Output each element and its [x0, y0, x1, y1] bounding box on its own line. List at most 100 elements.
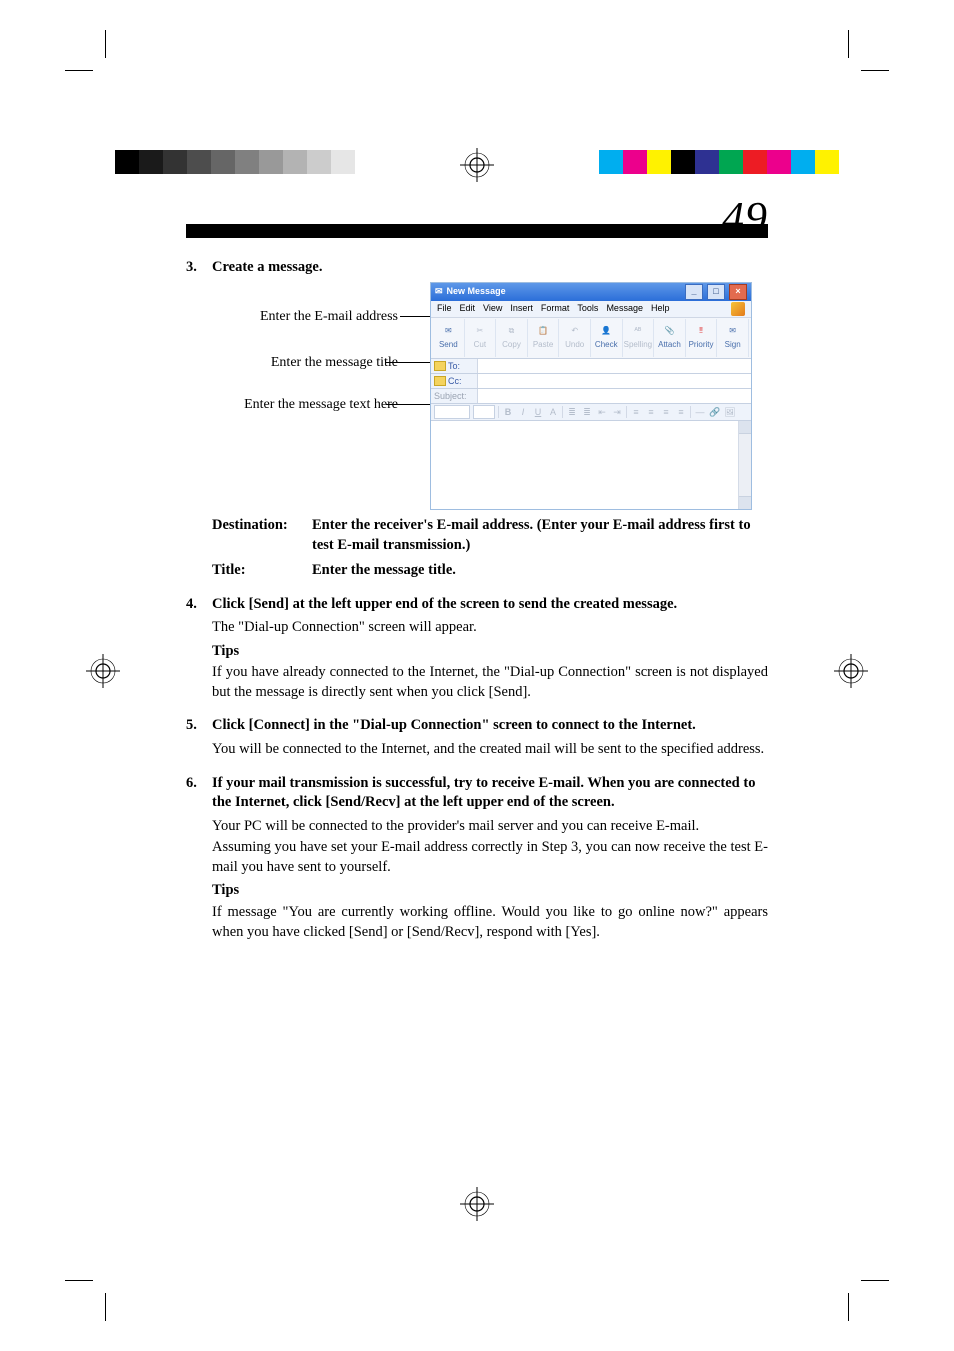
cc-row: Cc:	[431, 374, 751, 389]
sign-icon: ✉	[725, 325, 741, 339]
menu-insert[interactable]: Insert	[510, 302, 533, 314]
annotation-message-text: Enter the message text here	[244, 397, 398, 412]
tool-spelling[interactable]: ᴬᴮSpelling	[623, 319, 655, 357]
cropmark-bottom-left	[95, 1251, 135, 1291]
new-message-window: ✉ New Message _ □ × File Edit View Inser…	[430, 282, 752, 510]
maximize-button[interactable]: □	[707, 284, 725, 300]
align-right-button[interactable]: ≡	[660, 406, 672, 418]
swatch	[815, 150, 839, 174]
grayscale-bar	[115, 150, 379, 174]
color-bar	[599, 150, 839, 174]
menu-help[interactable]: Help	[651, 302, 670, 314]
scrollbar[interactable]	[738, 421, 751, 509]
color-button[interactable]: A	[547, 406, 559, 418]
minimize-button[interactable]: _	[685, 284, 703, 300]
tool-priority[interactable]: ‼Priority	[686, 319, 718, 357]
page-content: 3. Create a message. Enter the E-mail ad…	[186, 258, 768, 942]
swatch	[719, 150, 743, 174]
swatch	[623, 150, 647, 174]
window-titlebar[interactable]: ✉ New Message _ □ ×	[431, 283, 751, 301]
undo-icon: ↶	[567, 325, 583, 339]
cc-label[interactable]: Cc:	[431, 374, 478, 388]
italic-button[interactable]: I	[517, 406, 529, 418]
window-title-text: New Message	[447, 285, 506, 297]
align-center-button[interactable]: ≡	[645, 406, 657, 418]
swatch	[743, 150, 767, 174]
close-button[interactable]: ×	[729, 284, 747, 300]
registration-mark-left	[86, 654, 120, 688]
menu-format[interactable]: Format	[541, 302, 570, 314]
indent-button[interactable]: ⇥	[611, 406, 623, 418]
header-rule	[186, 224, 768, 238]
step6-tips-text: If message "You are currently working of…	[212, 903, 768, 942]
step4-body: The "Dial-up Connection" screen will app…	[212, 618, 768, 638]
hr-button[interactable]: —	[694, 406, 706, 418]
swatch	[331, 150, 355, 174]
tool-bar: ✉Send ✂Cut ⧉Copy 📋Paste ↶Undo 👤Check ᴬᴮS…	[431, 318, 751, 359]
menu-message[interactable]: Message	[606, 302, 643, 314]
step6-tips-label: Tips	[212, 881, 768, 901]
step6-number: 6.	[186, 774, 212, 813]
step4-tips-label: Tips	[212, 642, 768, 662]
list-button[interactable]: ≣	[566, 406, 578, 418]
message-body[interactable]	[431, 421, 751, 509]
tool-send[interactable]: ✉Send	[433, 319, 465, 357]
step4-title: Click [Send] at the left upper end of th…	[212, 595, 768, 615]
tool-undo[interactable]: ↶Undo	[559, 319, 591, 357]
swatch	[791, 150, 815, 174]
destination-label: Destination:	[212, 516, 312, 555]
subject-label: Subject:	[431, 389, 478, 403]
menu-file[interactable]: File	[437, 302, 452, 314]
tool-copy[interactable]: ⧉Copy	[496, 319, 528, 357]
align-left-button[interactable]: ≡	[630, 406, 642, 418]
menu-edit[interactable]: Edit	[460, 302, 476, 314]
numlist-button[interactable]: ≣	[581, 406, 593, 418]
link-button[interactable]: 🔗	[709, 406, 721, 418]
cut-icon: ✂	[472, 325, 488, 339]
outdent-button[interactable]: ⇤	[596, 406, 608, 418]
tool-attach[interactable]: 📎Attach	[654, 319, 686, 357]
send-icon: ✉	[440, 325, 456, 339]
menu-view[interactable]: View	[483, 302, 502, 314]
addrbook-icon	[434, 376, 446, 386]
picture-button[interactable]: 🖼	[724, 406, 736, 418]
swatch	[647, 150, 671, 174]
bold-button[interactable]: B	[502, 406, 514, 418]
tool-cut[interactable]: ✂Cut	[465, 319, 497, 357]
menu-bar[interactable]: File Edit View Insert Format Tools Messa…	[431, 301, 751, 318]
swatch	[259, 150, 283, 174]
tool-paste[interactable]: 📋Paste	[528, 319, 560, 357]
copy-icon: ⧉	[503, 325, 519, 339]
tool-check[interactable]: 👤Check	[591, 319, 623, 357]
format-bar[interactable]: B I U A ≣ ≣ ⇤ ⇥ ≡ ≡ ≡ ≡ — 🔗	[431, 404, 751, 421]
step3-number: 3.	[186, 258, 212, 278]
annotation-message-title: Enter the message title	[271, 355, 398, 370]
swatch	[767, 150, 791, 174]
menu-tools[interactable]: Tools	[577, 302, 598, 314]
step6-p1: Your PC will be connected to the provide…	[212, 817, 768, 837]
scroll-up-button[interactable]	[739, 421, 751, 434]
to-input[interactable]	[478, 359, 751, 372]
swatch	[211, 150, 235, 174]
destination-text: Enter the receiver's E-mail address. (En…	[312, 516, 768, 555]
align-justify-button[interactable]: ≡	[675, 406, 687, 418]
attach-icon: 📎	[661, 325, 677, 339]
cropmark-top-left	[95, 60, 135, 100]
scroll-down-button[interactable]	[739, 496, 751, 509]
font-dropdown[interactable]	[434, 405, 470, 419]
subject-input[interactable]	[478, 389, 751, 402]
priority-icon: ‼	[693, 325, 709, 339]
tool-sign[interactable]: ✉Sign	[717, 319, 749, 357]
step5-body: You will be connected to the Internet, a…	[212, 740, 768, 760]
swatch	[671, 150, 695, 174]
underline-button[interactable]: U	[532, 406, 544, 418]
annotation-email-address: Enter the E-mail address	[260, 309, 398, 324]
cropmark-bottom-right	[819, 1251, 859, 1291]
cropmark-top-right	[819, 60, 859, 100]
annotation-column: Enter the E-mail address Enter the messa…	[212, 282, 422, 462]
size-dropdown[interactable]	[473, 405, 495, 419]
to-label[interactable]: To:	[431, 359, 478, 373]
step4-number: 4.	[186, 595, 212, 615]
swatch	[139, 150, 163, 174]
cc-input[interactable]	[478, 374, 751, 387]
